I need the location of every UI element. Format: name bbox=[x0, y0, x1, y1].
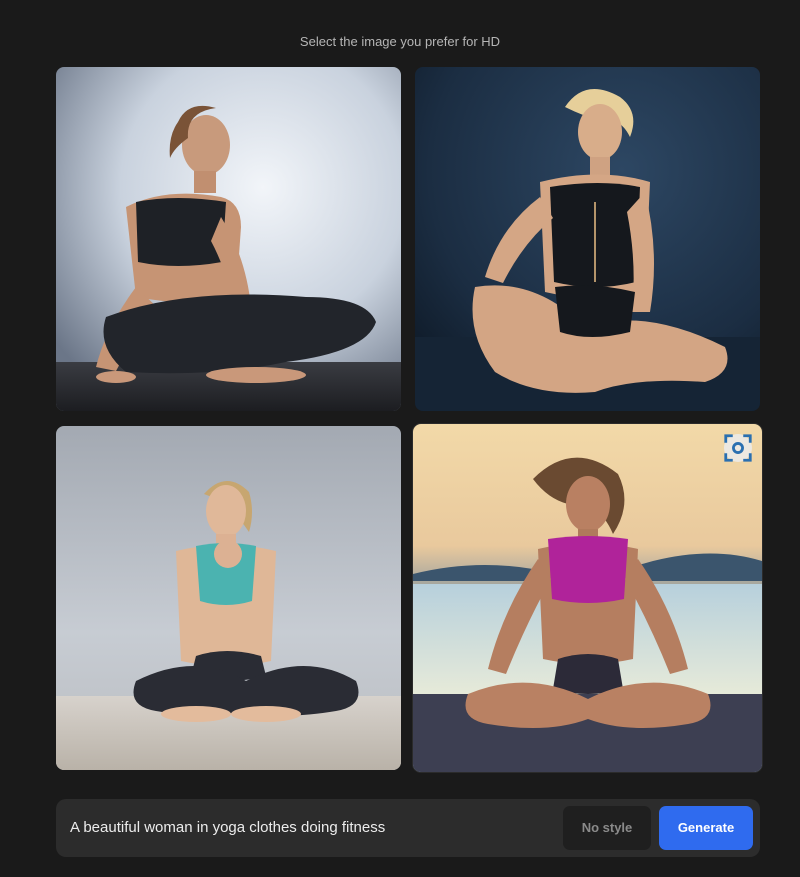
image-option-2[interactable] bbox=[415, 67, 760, 411]
prompt-bar: A beautiful woman in yoga clothes doing … bbox=[56, 799, 760, 857]
image-4-picture bbox=[413, 424, 762, 772]
selection-instruction: Select the image you prefer for HD bbox=[299, 34, 501, 49]
image-2-picture bbox=[415, 67, 760, 411]
image-option-3[interactable] bbox=[56, 426, 401, 770]
focus-expand-icon bbox=[724, 434, 752, 462]
prompt-input[interactable]: A beautiful woman in yoga clothes doing … bbox=[70, 799, 385, 857]
image-option-1[interactable] bbox=[56, 67, 401, 411]
style-selector-button[interactable]: No style bbox=[563, 806, 651, 850]
generate-button[interactable]: Generate bbox=[659, 806, 753, 850]
focus-expand-button[interactable] bbox=[724, 434, 752, 462]
image-selection-page: Select the image you prefer for HD A bea… bbox=[0, 0, 800, 877]
image-3-picture bbox=[56, 426, 401, 770]
image-1-picture bbox=[56, 67, 401, 411]
image-option-4[interactable] bbox=[413, 424, 762, 772]
